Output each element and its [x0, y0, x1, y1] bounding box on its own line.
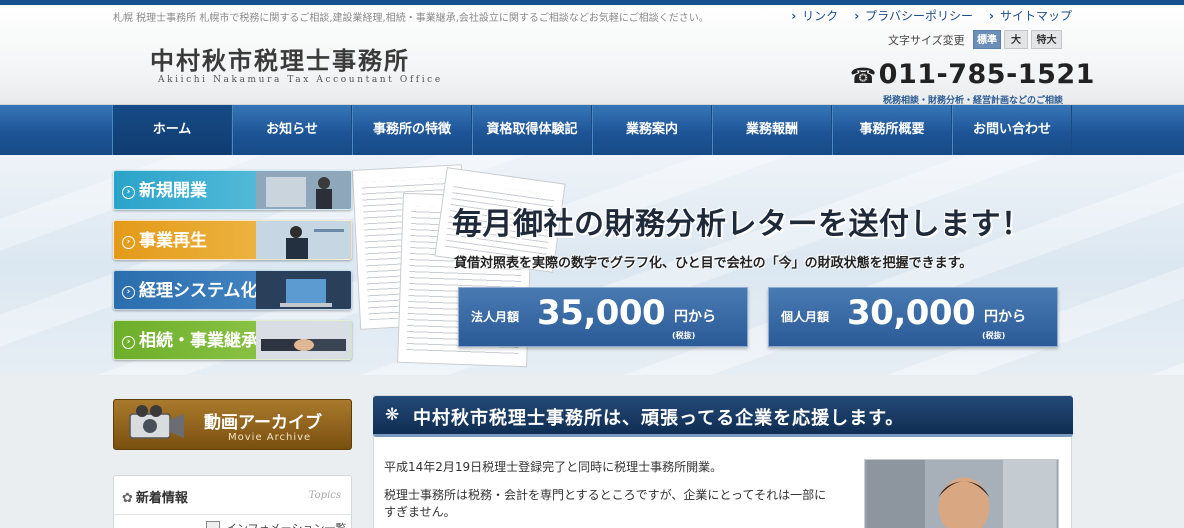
- news-english-label: Topics: [308, 490, 341, 501]
- price-label: 個人月額: [781, 310, 830, 324]
- nav-news[interactable]: お知らせ: [232, 105, 352, 155]
- service-business-restructuring-button[interactable]: › 事業再生: [113, 220, 352, 260]
- price-label: 法人月額: [471, 310, 520, 324]
- hero-headline: 毎月御社の財務分析レターを送付します！: [452, 207, 1032, 242]
- telephone-icon: ☎: [850, 64, 877, 88]
- accountant-portrait-photo: [864, 459, 1059, 528]
- movie-archive-title: 動画アーカイブ: [204, 413, 322, 433]
- link-links[interactable]: リンク: [791, 7, 838, 24]
- phone-number-text: 011-785-1521: [878, 59, 1095, 90]
- movie-archive-banner[interactable]: 動画アーカイブ Movie Archive: [113, 399, 352, 450]
- section-heading-text: 中村秋市税理士事務所は、頑張ってる企業を応援します。: [413, 408, 905, 429]
- site-tagline: 札幌 税理士事務所 札幌市で税務に関するご相談,建設業経理,相続・事業継承,会社…: [113, 13, 709, 24]
- news-heading: ✿ 新着情報: [122, 487, 188, 506]
- laptop-photo: [256, 271, 351, 309]
- flower-icon: ✿: [122, 491, 133, 506]
- nav-office-overview[interactable]: 事務所概要: [832, 105, 952, 155]
- price-amount: 35,000: [537, 293, 666, 333]
- nav-contact[interactable]: お問い合わせ: [952, 105, 1072, 155]
- service-accounting-system-button[interactable]: › 経理システム化: [113, 270, 352, 310]
- site-header: 札幌 税理士事務所 札幌市で税務に関するご相談,建設業経理,相続・事業継承,会社…: [0, 5, 1184, 106]
- utility-links: リンク プラバシーポリシー サイトマップ: [791, 7, 1072, 24]
- logo-english: Akiichi Nakamura Tax Accountant Office: [158, 75, 443, 85]
- video-camera-icon: [129, 405, 184, 439]
- circle-arrow-icon: ›: [122, 336, 135, 349]
- business-person-photo: [256, 171, 351, 209]
- nav-exam-experience[interactable]: 資格取得体験記: [472, 105, 592, 155]
- news-box: ✿新着情報 Topics インフォメーション一覧: [113, 475, 352, 528]
- snowflake-icon: ❋: [385, 405, 400, 425]
- service-new-business-button[interactable]: › 新規開業: [113, 170, 352, 210]
- news-title: 新着情報: [135, 491, 188, 506]
- main-area: 動画アーカイブ Movie Archive ✿新着情報 Topics インフォメ…: [0, 375, 1184, 528]
- price-suffix: 円から: [674, 309, 716, 325]
- global-nav: ホーム お知らせ 事務所の特徴 資格取得体験記 業務案内 業務報酬 事務所概要 …: [0, 105, 1184, 155]
- handshake-photo: [256, 321, 351, 359]
- circle-arrow-icon: ›: [122, 186, 135, 199]
- circle-arrow-icon: ›: [122, 236, 135, 249]
- nav-fees[interactable]: 業務報酬: [712, 105, 832, 155]
- phone-number: ☎011-785-1521: [850, 59, 1095, 90]
- service-label: 事業再生: [139, 231, 207, 251]
- link-privacy-policy[interactable]: プラバシーポリシー: [854, 7, 973, 24]
- font-size-large-button[interactable]: 大: [1004, 30, 1028, 49]
- link-sitemap[interactable]: サイトマップ: [989, 7, 1072, 24]
- price-individual: 個人月額 30,000 円から (税抜): [768, 287, 1058, 347]
- price-suffix: 円から: [984, 309, 1026, 325]
- logo-japanese[interactable]: 中村秋市税理士事務所: [150, 41, 410, 76]
- nav-services[interactable]: 業務案内: [592, 105, 712, 155]
- font-size-standard-button[interactable]: 標準: [973, 30, 1001, 49]
- main-content: ❋ 中村秋市税理士事務所は、頑張ってる企業を応援します。 平成14年2月19日税…: [373, 395, 1073, 528]
- service-label: 相続・事業継承: [139, 331, 258, 351]
- price-amount: 30,000: [847, 293, 976, 333]
- price-tax-note: (税抜): [672, 331, 696, 340]
- price-corporate: 法人月額 35,000 円から (税抜): [458, 287, 748, 347]
- nav-home[interactable]: ホーム: [112, 105, 232, 155]
- divider: [114, 514, 351, 515]
- hero-subline: 貸借対照表を実際の数字でグラフ化、ひと目で会社の「今」の財政状態を把握できます。: [454, 256, 973, 271]
- nav-features[interactable]: 事務所の特徴: [352, 105, 472, 155]
- intro-paragraph-2-cont: すぎません。: [384, 505, 456, 519]
- news-item-information-list[interactable]: インフォメーション一覧: [206, 520, 346, 528]
- business-person-photo: [256, 221, 351, 259]
- service-inheritance-button[interactable]: › 相続・事業継承: [113, 320, 352, 360]
- circle-arrow-icon: ›: [122, 286, 135, 299]
- intro-paragraph-2: 税理士事務所は税務・会計を専門とするところですが、企業にとってそれは一部に: [384, 488, 827, 502]
- section-heading: ❋ 中村秋市税理士事務所は、頑張ってる企業を応援します。: [373, 396, 1073, 437]
- service-label: 新規開業: [139, 181, 207, 201]
- hero-banner: › 新規開業 › 事業再生 › 経理システム化 › 相続・事業継承 毎月御社の財務分析レ…: [0, 155, 1184, 375]
- movie-archive-subtitle: Movie Archive: [228, 432, 312, 443]
- intro-paragraph-1: 平成14年2月19日税理士登録完了と同時に税理士事務所開業。: [384, 460, 723, 474]
- font-size-label: 文字サイズ変更: [888, 34, 965, 47]
- font-size-xlarge-button[interactable]: 特大: [1031, 30, 1062, 49]
- price-tax-note: (税抜): [982, 331, 1006, 340]
- service-label: 経理システム化: [139, 281, 258, 301]
